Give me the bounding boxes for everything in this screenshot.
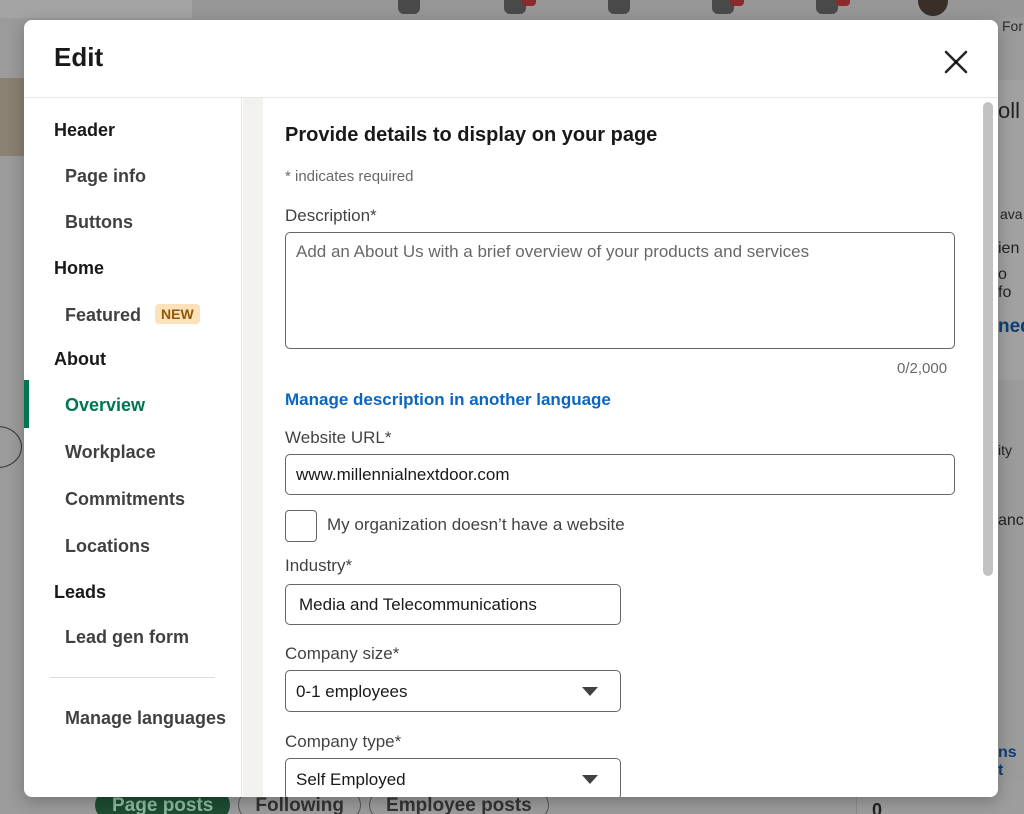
sidebar-item-page-info[interactable]: Page info — [65, 166, 146, 187]
background-arrow-button — [0, 426, 22, 468]
form-content: Provide details to display on your page … — [243, 98, 978, 797]
bell-icon — [816, 0, 838, 14]
home-icon — [398, 0, 420, 14]
notification-dot — [836, 0, 850, 6]
sidebar-item-label: Featured — [65, 305, 142, 325]
background-count: 0 — [872, 800, 883, 814]
active-indicator — [24, 380, 29, 428]
description-label: Description* — [285, 206, 377, 225]
form-heading: Provide details to display on your page — [285, 124, 658, 146]
background-snippet: oll — [998, 98, 1021, 123]
close-icon — [944, 50, 968, 74]
notification-dot — [522, 0, 536, 6]
company-type-value: Self Employed — [296, 770, 406, 789]
scrollbar-thumb[interactable] — [983, 102, 993, 576]
sidebar-divider — [50, 677, 215, 678]
new-badge: NEW — [155, 304, 200, 324]
sidebar-item-workplace[interactable]: Workplace — [65, 442, 156, 463]
edit-modal: Edit Header Page info Buttons Home Featu… — [24, 20, 998, 797]
description-textarea[interactable] — [285, 232, 955, 349]
background-snippet: ns t — [998, 744, 1017, 779]
modal-title: Edit — [54, 42, 104, 72]
industry-label: Industry* — [285, 556, 353, 575]
sidebar-item-featured[interactable]: Featured NEW — [65, 304, 200, 326]
company-size-label: Company size* — [285, 644, 400, 663]
background-snippet: anc — [998, 512, 1024, 529]
sidebar-section-about[interactable]: About — [54, 349, 106, 370]
modal-header: Edit — [24, 20, 998, 98]
background-left-card — [0, 0, 192, 18]
manage-description-language-link[interactable]: Manage description in another language — [285, 390, 611, 410]
industry-input[interactable] — [285, 584, 621, 625]
close-button[interactable] — [938, 44, 974, 80]
jobs-icon — [608, 0, 630, 14]
sidebar-item-commitments[interactable]: Commitments — [65, 489, 185, 510]
no-website-checkbox-label[interactable]: My organization doesn’t have a website — [327, 515, 625, 535]
company-type-select[interactable]: Self Employed — [285, 758, 621, 797]
company-size-value: 0-1 employees — [296, 682, 408, 701]
background-snippet: ien — [998, 240, 1020, 257]
caret-down-icon — [582, 687, 598, 696]
character-counter: 0/2,000 — [897, 360, 948, 377]
required-note: * indicates required — [285, 168, 414, 185]
sidebar-section-header[interactable]: Header — [54, 120, 115, 141]
form-scrollbar[interactable] — [979, 98, 998, 797]
company-size-select[interactable]: 0-1 employees — [285, 670, 621, 712]
sidebar-item-locations[interactable]: Locations — [65, 536, 150, 557]
background-corner-text: For — [1002, 18, 1023, 34]
background-snippet: o fo — [998, 266, 1012, 301]
caret-down-icon — [582, 775, 598, 784]
sidebar-item-manage-languages[interactable]: Manage languages — [65, 708, 226, 729]
sidebar-item-overview[interactable]: Overview — [65, 395, 145, 416]
sidebar-section-leads[interactable]: Leads — [54, 582, 106, 603]
background-snippet: ava — [1000, 206, 1023, 222]
notification-dot — [730, 0, 744, 6]
no-website-checkbox[interactable] — [285, 510, 317, 542]
edit-sidebar: Header Page info Buttons Home Featured NE… — [24, 98, 242, 797]
background-snippet: ned — [998, 316, 1024, 337]
website-url-input[interactable] — [285, 454, 955, 495]
website-url-label: Website URL* — [285, 428, 392, 447]
company-type-label: Company type* — [285, 732, 402, 751]
background-snippet: ity — [998, 442, 1012, 458]
sidebar-item-lead-gen-form[interactable]: Lead gen form — [65, 627, 189, 648]
sidebar-section-home[interactable]: Home — [54, 258, 104, 279]
background-cover-image — [0, 78, 24, 156]
sidebar-item-buttons[interactable]: Buttons — [65, 212, 133, 233]
